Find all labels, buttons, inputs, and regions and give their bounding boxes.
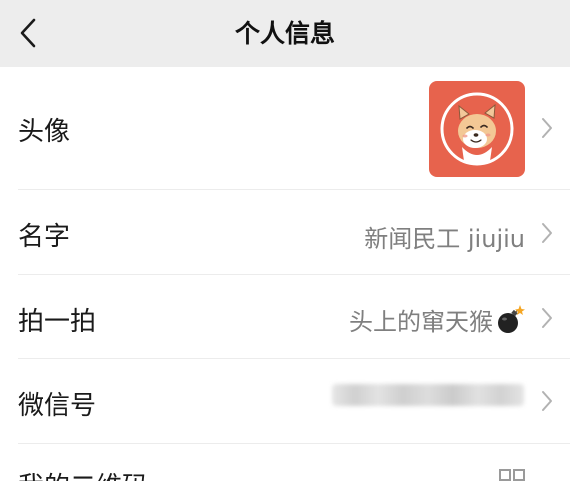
bomb-icon [498, 305, 525, 333]
back-button[interactable] [6, 9, 50, 57]
name-row[interactable]: 名字 新闻民工 jiujiu [0, 190, 570, 275]
chevron-right-icon [542, 308, 552, 328]
qr-code-row[interactable]: 我的二维码 [0, 444, 570, 481]
pat-value-wrapper: 头上的窜天猴 [349, 302, 525, 337]
wechat-id-row[interactable]: 微信号 [0, 359, 570, 444]
pat-label: 拍一拍 [18, 307, 97, 337]
navigation-bar: 个人信息 [0, 0, 570, 67]
qr-code-label: 我的二维码 [18, 466, 148, 481]
wechat-id-label: 微信号 [18, 391, 97, 421]
name-value: 新闻民工 jiujiu [364, 225, 525, 253]
chevron-right-icon [542, 118, 552, 138]
pat-row[interactable]: 拍一拍 头上的窜天猴 [0, 275, 570, 359]
avatar[interactable] [429, 81, 525, 177]
chevron-right-icon [542, 391, 552, 411]
page-title: 个人信息 [234, 19, 335, 48]
pat-value: 头上的窜天猴 [349, 308, 493, 336]
name-label: 名字 [18, 222, 71, 252]
shiba-dog-avatar [440, 92, 514, 166]
qr-code-icon [499, 469, 525, 481]
wechat-id-value-redacted [332, 384, 524, 406]
avatar-row[interactable]: 头像 [0, 67, 570, 190]
chevron-left-icon [20, 18, 36, 48]
avatar-label: 头像 [18, 117, 71, 147]
chevron-right-icon [542, 223, 552, 243]
